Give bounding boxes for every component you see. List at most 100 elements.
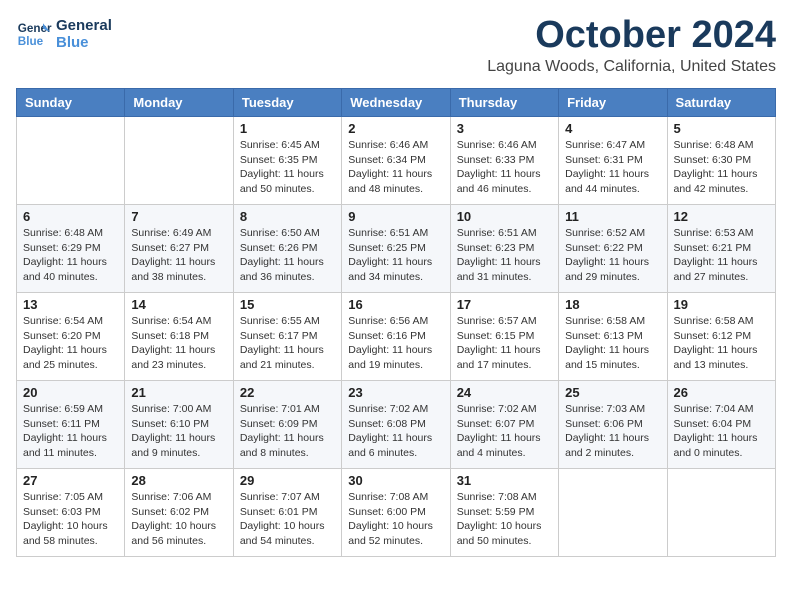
day-number: 27 bbox=[23, 473, 118, 488]
day-of-week-header: Thursday bbox=[450, 89, 558, 117]
logo-general: General bbox=[56, 17, 112, 34]
calendar-day-cell: 25 Sunrise: 7:03 AMSunset: 6:06 PMDayligh… bbox=[559, 381, 667, 469]
day-info: Sunrise: 7:03 AMSunset: 6:06 PMDaylight:… bbox=[565, 402, 660, 461]
calendar-week-row: 13 Sunrise: 6:54 AMSunset: 6:20 PMDayligh… bbox=[17, 293, 776, 381]
calendar-day-cell: 8 Sunrise: 6:50 AMSunset: 6:26 PMDaylight… bbox=[233, 205, 341, 293]
day-of-week-header: Friday bbox=[559, 89, 667, 117]
day-number: 23 bbox=[348, 385, 443, 400]
day-info: Sunrise: 7:02 AMSunset: 6:08 PMDaylight:… bbox=[348, 402, 443, 461]
day-of-week-header: Tuesday bbox=[233, 89, 341, 117]
calendar-day-cell: 5 Sunrise: 6:48 AMSunset: 6:30 PMDaylight… bbox=[667, 117, 775, 205]
day-info: Sunrise: 6:57 AMSunset: 6:15 PMDaylight:… bbox=[457, 314, 552, 373]
day-info: Sunrise: 6:52 AMSunset: 6:22 PMDaylight:… bbox=[565, 226, 660, 285]
day-number: 17 bbox=[457, 297, 552, 312]
day-number: 16 bbox=[348, 297, 443, 312]
day-of-week-header: Wednesday bbox=[342, 89, 450, 117]
day-info: Sunrise: 6:49 AMSunset: 6:27 PMDaylight:… bbox=[131, 226, 226, 285]
day-info: Sunrise: 7:08 AMSunset: 6:00 PMDaylight:… bbox=[348, 490, 443, 549]
day-info: Sunrise: 6:46 AMSunset: 6:33 PMDaylight:… bbox=[457, 138, 552, 197]
calendar-day-cell: 26Sunrise: 7:04 AMSunset: 6:04 PMDayligh… bbox=[667, 381, 775, 469]
calendar-week-row: 6 Sunrise: 6:48 AMSunset: 6:29 PMDaylight… bbox=[17, 205, 776, 293]
calendar-day-cell: 15 Sunrise: 6:55 AMSunset: 6:17 PMDayligh… bbox=[233, 293, 341, 381]
calendar-day-cell: 21 Sunrise: 7:00 AMSunset: 6:10 PMDayligh… bbox=[125, 381, 233, 469]
day-number: 20 bbox=[23, 385, 118, 400]
day-info: Sunrise: 6:51 AMSunset: 6:25 PMDaylight:… bbox=[348, 226, 443, 285]
calendar-header-row: SundayMondayTuesdayWednesdayThursdayFrid… bbox=[17, 89, 776, 117]
day-number: 6 bbox=[23, 209, 118, 224]
day-info: Sunrise: 7:02 AMSunset: 6:07 PMDaylight:… bbox=[457, 402, 552, 461]
calendar-day-cell bbox=[667, 469, 775, 557]
calendar-day-cell: 23 Sunrise: 7:02 AMSunset: 6:08 PMDayligh… bbox=[342, 381, 450, 469]
calendar-day-cell: 11 Sunrise: 6:52 AMSunset: 6:22 PMDayligh… bbox=[559, 205, 667, 293]
day-number: 22 bbox=[240, 385, 335, 400]
calendar-day-cell: 29 Sunrise: 7:07 AMSunset: 6:01 PMDayligh… bbox=[233, 469, 341, 557]
calendar-week-row: 27 Sunrise: 7:05 AMSunset: 6:03 PMDayligh… bbox=[17, 469, 776, 557]
month-title: October 2024 bbox=[487, 16, 776, 54]
title-block: October 2024 Laguna Woods, California, U… bbox=[487, 16, 776, 76]
calendar-day-cell: 12Sunrise: 6:53 AMSunset: 6:21 PMDayligh… bbox=[667, 205, 775, 293]
day-number: 3 bbox=[457, 121, 552, 136]
day-info: Sunrise: 7:01 AMSunset: 6:09 PMDaylight:… bbox=[240, 402, 335, 461]
day-info: Sunrise: 7:06 AMSunset: 6:02 PMDaylight:… bbox=[131, 490, 226, 549]
day-number: 10 bbox=[457, 209, 552, 224]
day-number: 25 bbox=[565, 385, 660, 400]
calendar-day-cell: 31Sunrise: 7:08 AMSunset: 5:59 PMDayligh… bbox=[450, 469, 558, 557]
calendar-day-cell: 14 Sunrise: 6:54 AMSunset: 6:18 PMDayligh… bbox=[125, 293, 233, 381]
day-number: 5 bbox=[674, 121, 769, 136]
day-info: Sunrise: 6:46 AMSunset: 6:34 PMDaylight:… bbox=[348, 138, 443, 197]
day-info: Sunrise: 7:04 AMSunset: 6:04 PMDaylight:… bbox=[674, 402, 769, 461]
calendar-day-cell bbox=[125, 117, 233, 205]
day-of-week-header: Sunday bbox=[17, 89, 125, 117]
calendar-day-cell: 19 Sunrise: 6:58 AMSunset: 6:12 PMDayligh… bbox=[667, 293, 775, 381]
svg-text:Blue: Blue bbox=[18, 35, 44, 48]
calendar-table: SundayMondayTuesdayWednesdayThursdayFrid… bbox=[16, 88, 776, 557]
page-header: General Blue General Blue October 2024 L… bbox=[16, 16, 776, 76]
day-number: 21 bbox=[131, 385, 226, 400]
day-number: 8 bbox=[240, 209, 335, 224]
day-number: 14 bbox=[131, 297, 226, 312]
day-number: 15 bbox=[240, 297, 335, 312]
calendar-day-cell: 1 Sunrise: 6:45 AMSunset: 6:35 PMDaylight… bbox=[233, 117, 341, 205]
calendar-day-cell: 6 Sunrise: 6:48 AMSunset: 6:29 PMDaylight… bbox=[17, 205, 125, 293]
day-number: 1 bbox=[240, 121, 335, 136]
calendar-day-cell: 3 Sunrise: 6:46 AMSunset: 6:33 PMDaylight… bbox=[450, 117, 558, 205]
day-of-week-header: Monday bbox=[125, 89, 233, 117]
day-number: 11 bbox=[565, 209, 660, 224]
location-subtitle: Laguna Woods, California, United States bbox=[487, 58, 776, 76]
calendar-week-row: 20Sunrise: 6:59 AMSunset: 6:11 PMDayligh… bbox=[17, 381, 776, 469]
day-number: 29 bbox=[240, 473, 335, 488]
day-info: Sunrise: 6:54 AMSunset: 6:18 PMDaylight:… bbox=[131, 314, 226, 373]
calendar-day-cell: 27 Sunrise: 7:05 AMSunset: 6:03 PMDayligh… bbox=[17, 469, 125, 557]
calendar-day-cell: 9 Sunrise: 6:51 AMSunset: 6:25 PMDaylight… bbox=[342, 205, 450, 293]
day-number: 2 bbox=[348, 121, 443, 136]
calendar-day-cell: 10Sunrise: 6:51 AMSunset: 6:23 PMDayligh… bbox=[450, 205, 558, 293]
day-info: Sunrise: 6:50 AMSunset: 6:26 PMDaylight:… bbox=[240, 226, 335, 285]
day-info: Sunrise: 7:05 AMSunset: 6:03 PMDaylight:… bbox=[23, 490, 118, 549]
day-number: 19 bbox=[674, 297, 769, 312]
day-info: Sunrise: 6:48 AMSunset: 6:29 PMDaylight:… bbox=[23, 226, 118, 285]
calendar-day-cell: 30Sunrise: 7:08 AMSunset: 6:00 PMDayligh… bbox=[342, 469, 450, 557]
day-number: 4 bbox=[565, 121, 660, 136]
calendar-day-cell: 18Sunrise: 6:58 AMSunset: 6:13 PMDayligh… bbox=[559, 293, 667, 381]
day-info: Sunrise: 6:58 AMSunset: 6:12 PMDaylight:… bbox=[674, 314, 769, 373]
calendar-day-cell: 2 Sunrise: 6:46 AMSunset: 6:34 PMDaylight… bbox=[342, 117, 450, 205]
day-info: Sunrise: 7:07 AMSunset: 6:01 PMDaylight:… bbox=[240, 490, 335, 549]
day-number: 9 bbox=[348, 209, 443, 224]
calendar-day-cell: 17 Sunrise: 6:57 AMSunset: 6:15 PMDayligh… bbox=[450, 293, 558, 381]
logo: General Blue General Blue bbox=[16, 16, 112, 52]
logo-blue: Blue bbox=[56, 34, 112, 51]
calendar-day-cell: 16Sunrise: 6:56 AMSunset: 6:16 PMDayligh… bbox=[342, 293, 450, 381]
day-number: 13 bbox=[23, 297, 118, 312]
day-info: Sunrise: 7:00 AMSunset: 6:10 PMDaylight:… bbox=[131, 402, 226, 461]
day-info: Sunrise: 6:53 AMSunset: 6:21 PMDaylight:… bbox=[674, 226, 769, 285]
day-info: Sunrise: 6:45 AMSunset: 6:35 PMDaylight:… bbox=[240, 138, 335, 197]
calendar-day-cell bbox=[559, 469, 667, 557]
day-info: Sunrise: 6:55 AMSunset: 6:17 PMDaylight:… bbox=[240, 314, 335, 373]
day-number: 7 bbox=[131, 209, 226, 224]
day-number: 28 bbox=[131, 473, 226, 488]
day-info: Sunrise: 6:54 AMSunset: 6:20 PMDaylight:… bbox=[23, 314, 118, 373]
calendar-day-cell bbox=[17, 117, 125, 205]
day-number: 31 bbox=[457, 473, 552, 488]
day-info: Sunrise: 6:48 AMSunset: 6:30 PMDaylight:… bbox=[674, 138, 769, 197]
calendar-day-cell: 28 Sunrise: 7:06 AMSunset: 6:02 PMDayligh… bbox=[125, 469, 233, 557]
